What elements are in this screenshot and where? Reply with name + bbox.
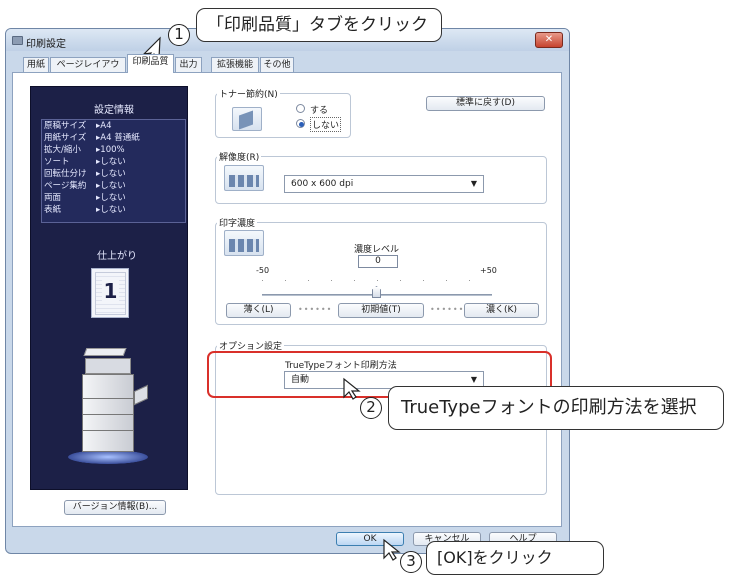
- step1-callout: 「印刷品質」タブをクリック: [196, 8, 442, 42]
- window-title: 印刷設定: [26, 39, 66, 50]
- lighter-button[interactable]: 薄く(L): [226, 303, 291, 318]
- restore-defaults-button[interactable]: 標準に戻す(D): [426, 96, 545, 111]
- info-row: 表紙 ▸しない: [44, 205, 126, 215]
- tab-output[interactable]: 出力: [175, 57, 202, 72]
- dots-left: ••••••: [298, 305, 333, 314]
- info-row: ページ集約 ▸しない: [44, 181, 126, 191]
- density-max-label: +50: [480, 266, 497, 275]
- version-info-button[interactable]: バージョン情報(B)...: [64, 500, 166, 515]
- density-level-label: 濃度レベル: [354, 245, 400, 255]
- toner-on-label: する: [310, 106, 329, 116]
- density-value-field[interactable]: 0: [358, 255, 398, 268]
- toner-save-label: トナー節約(N): [217, 87, 280, 100]
- info-row: 両面 ▸しない: [44, 193, 126, 203]
- step2-callout: TrueTypeフォントの印刷方法を選択: [388, 386, 724, 430]
- toner-icon: [232, 107, 262, 131]
- info-row: 用紙サイズ ▸A4 普通紙: [44, 133, 140, 143]
- default-button[interactable]: 初期値(T): [338, 303, 424, 318]
- step3-number: 3: [400, 551, 422, 573]
- resolution-label: 解像度(R): [217, 150, 262, 163]
- page-preview: 1: [91, 268, 129, 318]
- density-label: 印字濃度: [217, 216, 258, 229]
- printer-icon: [12, 36, 23, 45]
- info-row: 回転仕分け ▸しない: [44, 169, 126, 179]
- density-icon: [224, 230, 264, 256]
- settings-info-heading: 設定情報: [94, 105, 134, 116]
- tab-page-layout[interactable]: ページレイアウト: [50, 57, 126, 84]
- tab-print-quality[interactable]: 印刷品質: [127, 54, 174, 73]
- cursor-icon: [343, 377, 361, 400]
- dots-right: ••••••: [430, 305, 465, 314]
- slider-ticks: [262, 280, 492, 281]
- info-row: 拡大/縮小 ▸100%: [44, 145, 125, 155]
- step2-number: 2: [360, 397, 382, 419]
- tab-other[interactable]: その他: [260, 57, 294, 72]
- step3-callout: [OK]をクリック: [426, 541, 604, 575]
- tab-paper[interactable]: 用紙: [23, 57, 49, 72]
- info-row: ソート ▸しない: [44, 157, 126, 167]
- tab-extended[interactable]: 拡張機能: [211, 57, 259, 72]
- toner-off-label: しない: [310, 117, 342, 132]
- toner-off-radio[interactable]: [296, 119, 305, 128]
- darker-button[interactable]: 濃く(K): [464, 303, 539, 318]
- resolution-select[interactable]: 600 x 600 dpi ▼: [284, 175, 484, 193]
- finish-heading: 仕上がり: [97, 251, 137, 262]
- close-button[interactable]: ✕: [535, 32, 563, 48]
- density-min-label: -50: [256, 266, 270, 275]
- resolution-icon: [224, 165, 264, 191]
- step1-number: 1: [168, 24, 190, 46]
- printer-illustration-icon: [58, 340, 158, 470]
- page-number: 1: [102, 279, 119, 303]
- info-row: 原稿サイズ ▸A4: [44, 121, 112, 131]
- toner-on-radio[interactable]: [296, 104, 305, 113]
